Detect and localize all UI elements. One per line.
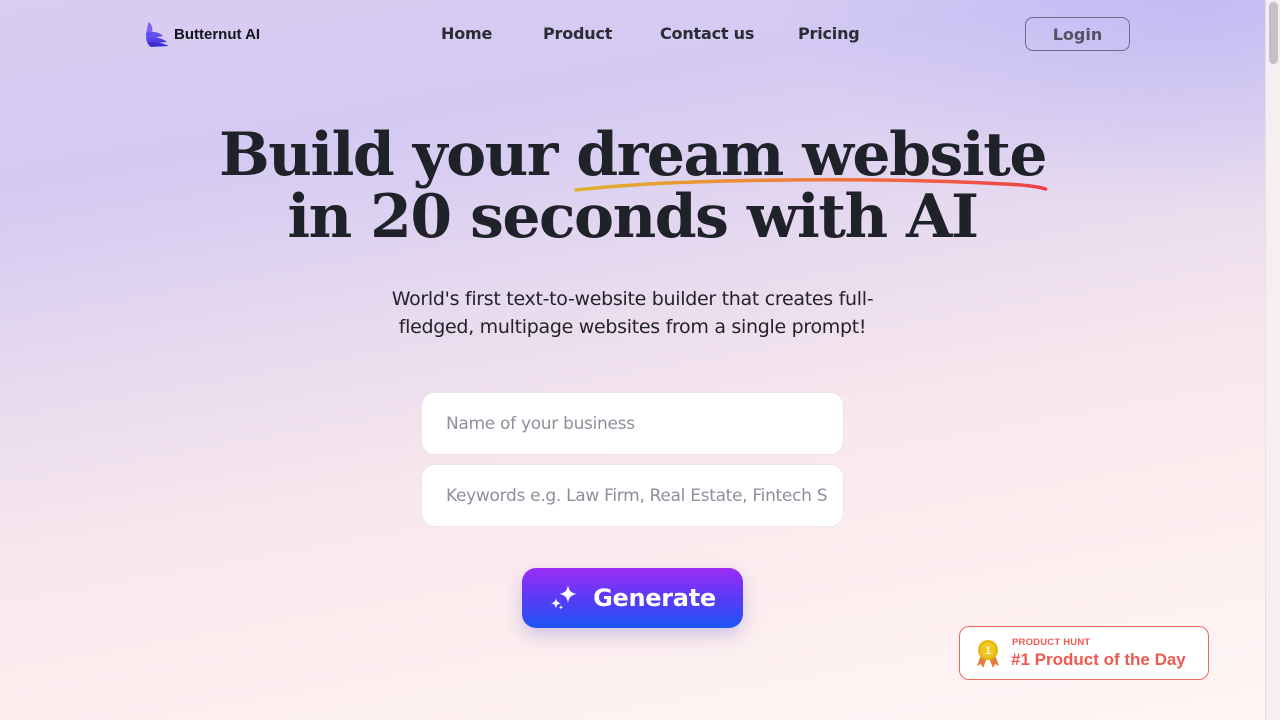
site-header: Butternut AI Home Product Contact us Pri…: [0, 0, 1265, 70]
scrollbar-thumb[interactable]: [1269, 2, 1278, 64]
nav-item-home[interactable]: Home: [441, 24, 492, 43]
business-name-input[interactable]: [421, 392, 844, 455]
underline-stroke: [574, 177, 1048, 192]
medal-number: 1: [985, 645, 991, 657]
hero-subtitle: World's first text-to-website builder th…: [0, 285, 1265, 341]
hero-title-highlight: dream website: [574, 124, 1048, 192]
brand-name: Butternut AI: [174, 25, 261, 43]
generate-label: Generate: [593, 584, 716, 612]
hero-title-line2: in 20 seconds with AI: [287, 182, 979, 252]
product-hunt-badge[interactable]: 1 PRODUCT HUNT #1 Product of the Day: [959, 626, 1209, 680]
badge-title: #1 Product of the Day: [1011, 650, 1186, 669]
nav-item-contact-us[interactable]: Contact us: [660, 24, 754, 43]
nav-item-pricing[interactable]: Pricing: [798, 24, 860, 43]
brand-logo[interactable]: Butternut AI: [143, 21, 260, 47]
medal-icon: 1: [977, 640, 999, 668]
layered-wing-icon: [146, 22, 169, 47]
keywords-input[interactable]: [421, 464, 844, 527]
badge-source: PRODUCT HUNT: [1012, 637, 1091, 648]
nav-item-product[interactable]: Product: [543, 24, 612, 43]
page-scrollbar[interactable]: [1265, 0, 1280, 720]
hero-title-prefix: Build your: [218, 120, 577, 190]
generate-button[interactable]: Generate: [522, 568, 743, 628]
hero-title: Build your dream website in 20 seconds w…: [0, 124, 1265, 248]
login-button[interactable]: Login: [1025, 17, 1130, 51]
subtitle-line-2: fledged, multipage websites from a singl…: [398, 316, 867, 338]
sparkles-icon: [551, 585, 578, 610]
subtitle-line-1: World's first text-to-website builder th…: [391, 288, 874, 310]
